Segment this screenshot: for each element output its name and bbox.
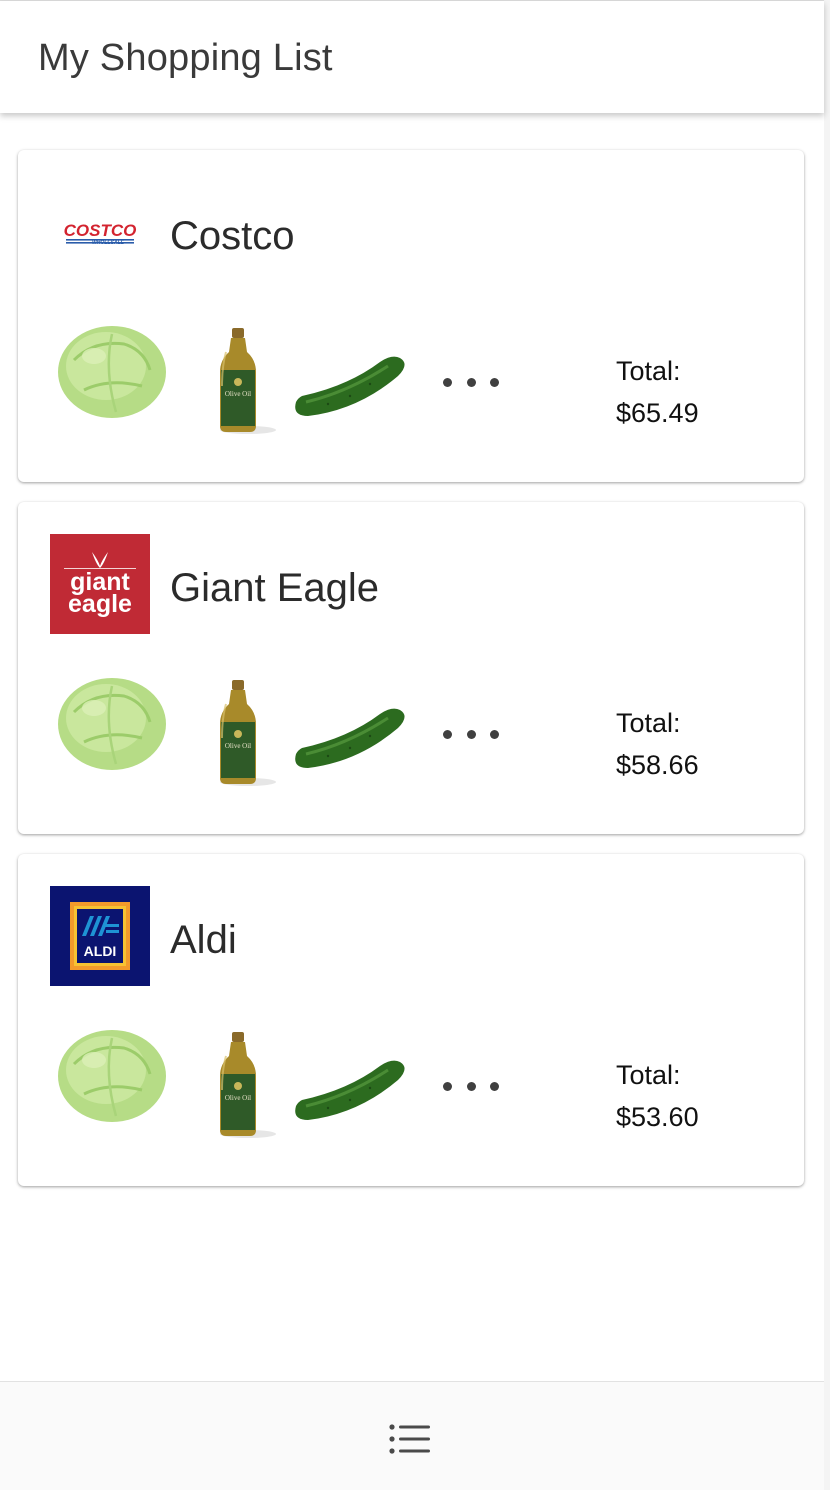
store-card-giant-eagle[interactable]: giant eagle Giant Eagle Olive Oil Total:… [18,502,804,834]
store-name: Aldi [170,918,237,962]
giant-eagle-logo-text-2: eagle [68,590,132,618]
store-card-aldi[interactable]: ALDI Aldi Olive Oil Total: $53.60 [18,854,804,1186]
app-header: My Shopping List [0,1,824,113]
right-gutter [824,0,830,1490]
page-title: My Shopping List [38,37,333,79]
total-label: Total: [616,708,681,738]
olive-oil-icon: Olive Oil [204,326,276,438]
store-card-costco[interactable]: COSTCO WHOLESALE Costco Olive Oil Total:… [18,150,804,482]
cucumber-icon [288,692,412,782]
aldi-logo-text: ALDI [84,943,117,959]
total-value: $53.60 [616,1102,699,1132]
total-value: $65.49 [616,398,699,428]
lettuce-icon [54,1024,170,1124]
costco-logo-text: COSTCO [64,221,137,240]
lettuce-icon [54,672,170,772]
total-label: Total: [616,1060,681,1090]
lettuce-icon [54,320,170,420]
bottom-nav-bar [0,1381,824,1490]
olive-oil-icon: Olive Oil [204,678,276,790]
ellipsis-icon[interactable] [443,728,499,740]
store-name: Giant Eagle [170,566,380,610]
list-icon[interactable] [388,1422,432,1456]
svg-text:Olive Oil: Olive Oil [225,742,251,750]
total-label: Total: [616,356,681,386]
costco-logo-subtext: WHOLESALE [92,240,125,246]
total-value: $58.66 [616,750,699,780]
olive-oil-icon: Olive Oil [204,1030,276,1142]
cucumber-icon [288,340,412,430]
svg-text:Olive Oil: Olive Oil [225,390,251,398]
cucumber-icon [288,1044,412,1134]
costco-logo: COSTCO WHOLESALE [50,182,150,282]
ellipsis-icon[interactable] [443,1080,499,1092]
svg-text:Olive Oil: Olive Oil [225,1094,251,1102]
ellipsis-icon[interactable] [443,376,499,388]
giant-eagle-logo: giant eagle [50,534,150,634]
aldi-logo: ALDI [50,886,150,986]
app: My Shopping List COSTCO WHOLESALE Costco [0,0,830,1490]
store-name: Costco [170,214,295,258]
